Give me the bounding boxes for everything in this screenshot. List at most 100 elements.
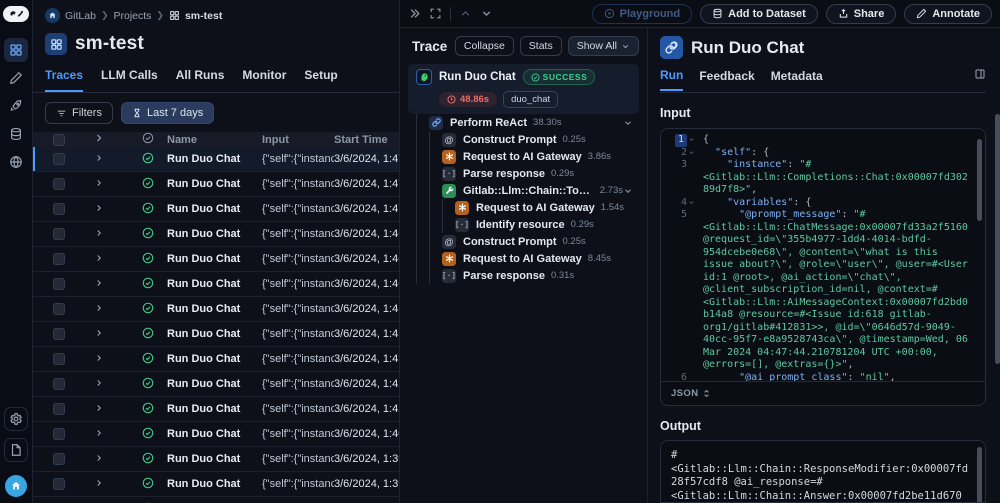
table-row[interactable]: Run Duo Chat{"self":{"instance":"#...3/6… [33,347,399,372]
row-checkbox[interactable] [53,453,65,465]
settings-gear-icon[interactable] [4,407,28,431]
row-name[interactable]: Run Duo Chat [167,478,262,490]
row-checkbox[interactable] [53,353,65,365]
table-row[interactable]: Run Duo Chat{"self":{"instance":"#...3/6… [33,422,399,447]
side-panel-toggle-icon[interactable] [974,67,986,92]
trace-node[interactable]: [·]Identify resource0.29s [406,216,641,233]
row-checkbox[interactable] [53,278,65,290]
share-button[interactable]: Share [826,4,897,24]
breadcrumb-org[interactable]: GitLab [65,10,96,22]
next-run-chevron-icon[interactable] [480,7,493,20]
row-name[interactable]: Run Duo Chat [167,453,262,465]
date-range-button[interactable]: Last 7 days [121,102,214,124]
table-row[interactable]: Run Duo Chat{"self":{"instance":"#...3/6… [33,447,399,472]
column-name[interactable]: Name [167,134,262,146]
row-expand-chevron-icon[interactable] [94,203,104,216]
playground-button[interactable]: Playground [592,4,693,24]
detail-panel-scrollbar[interactable] [995,114,1000,364]
trace-node[interactable]: Request to AI Gateway1.54s [406,199,641,216]
table-row[interactable]: Run Duo Chat{"self":{"instance":"#...3/6… [33,172,399,197]
row-expand-chevron-icon[interactable] [94,153,104,166]
tab-run[interactable]: Run [660,68,683,91]
row-name[interactable]: Run Duo Chat [167,153,262,165]
row-expand-chevron-icon[interactable] [94,453,104,466]
select-all-checkbox[interactable] [53,134,65,146]
node-collapse-chevron-icon[interactable] [623,118,633,128]
tab-traces[interactable]: Traces [45,68,83,92]
row-name[interactable]: Run Duo Chat [167,303,262,315]
fullscreen-icon[interactable] [429,7,442,20]
row-checkbox[interactable] [53,478,65,490]
column-start-time[interactable]: Start Time [334,134,399,146]
row-name[interactable]: Run Duo Chat [167,328,262,340]
column-input[interactable]: Input [262,134,334,146]
trace-node[interactable]: Gitlab::Llm::Chain::Tools::IssueReader::… [406,182,641,199]
tab-setup[interactable]: Setup [304,68,337,92]
tab-feedback[interactable]: Feedback [699,69,754,90]
row-name[interactable]: Run Duo Chat [167,403,262,415]
org-home-icon[interactable] [45,8,60,23]
row-checkbox[interactable] [53,153,65,165]
trace-node[interactable]: [·]Parse response0.29s [406,165,641,182]
output-scrollbar[interactable] [977,447,982,503]
fold-chevron-icon[interactable] [688,136,697,143]
table-row[interactable]: Run Duo Chat{"self":{"instance":"#...3/6… [33,322,399,347]
run-tag[interactable]: duo_chat [503,91,558,108]
trace-node[interactable]: Request to AI Gateway8.45s [406,250,641,267]
collapse-panel-icon[interactable] [408,7,421,20]
tab-monitor[interactable]: Monitor [242,68,286,92]
row-name[interactable]: Run Duo Chat [167,278,262,290]
row-expand-chevron-icon[interactable] [94,253,104,266]
trace-root-node[interactable]: Run Duo Chat SUCCESS 48.86s duo_ch [408,64,639,114]
output-box[interactable]: #<Gitlab::Llm::Chain::ResponseModifier:0… [660,440,986,503]
docs-icon[interactable] [4,438,28,462]
fold-chevron-icon[interactable] [688,149,697,156]
trace-node[interactable]: [·]Parse response0.31s [406,267,641,284]
row-name[interactable]: Run Duo Chat [167,178,262,190]
tab-all-runs[interactable]: All Runs [176,68,225,92]
table-row[interactable]: Run Duo Chat{"self":{"instance":"#...3/6… [33,372,399,397]
row-expand-chevron-icon[interactable] [94,428,104,441]
collapse-button[interactable]: Collapse [455,36,514,56]
fold-chevron-icon[interactable] [688,199,697,206]
table-row[interactable]: Run Duo Chat{"self":{"instance":"#...3/6… [33,397,399,422]
row-expand-chevron-icon[interactable] [94,228,104,241]
table-row[interactable]: Run Duo Chat{"self":{"instance":"#...3/6… [33,247,399,272]
row-checkbox[interactable] [53,303,65,315]
sidebar-item-hub[interactable] [4,150,28,174]
row-checkbox[interactable] [53,253,65,265]
row-name[interactable]: Run Duo Chat [167,253,262,265]
table-row[interactable]: Run Duo Chat{"self":{"instance":"#...3/6… [33,147,399,172]
row-expand-chevron-icon[interactable] [94,328,104,341]
row-expand-chevron-icon[interactable] [94,278,104,291]
table-row[interactable]: Run Duo Chat{"self":{"instance":"#...3/6… [33,272,399,297]
format-select-arrows-icon[interactable] [702,389,711,398]
format-select[interactable]: JSON [671,388,698,399]
trace-node[interactable]: Perform ReAct38.30s [406,114,641,131]
previous-run-chevron-icon[interactable] [459,7,472,20]
sidebar-item-annotations[interactable] [4,66,28,90]
trace-node[interactable]: @Construct Prompt0.25s [406,131,641,148]
row-expand-chevron-icon[interactable] [94,378,104,391]
filters-button[interactable]: Filters [45,102,113,124]
row-checkbox[interactable] [53,378,65,390]
table-row[interactable]: Run Duo Chat{"self":{"instance":"#...3/6… [33,297,399,322]
row-checkbox[interactable] [53,328,65,340]
node-collapse-chevron-icon[interactable] [623,186,633,196]
table-row[interactable]: Run Duo Chat{"self":{"instance":"#...3/6… [33,497,399,503]
input-scrollbar[interactable] [977,139,982,221]
row-expand-chevron-icon[interactable] [94,178,104,191]
row-expand-chevron-icon[interactable] [94,478,104,491]
annotate-button[interactable]: Annotate [904,4,992,24]
breadcrumb-projects[interactable]: Projects [113,10,151,22]
trace-node[interactable]: Request to AI Gateway3.86s [406,148,641,165]
row-name[interactable]: Run Duo Chat [167,228,262,240]
add-to-dataset-button[interactable]: Add to Dataset [700,4,818,24]
table-row[interactable]: Run Duo Chat{"self":{"instance":"#...3/6… [33,197,399,222]
show-all-dropdown[interactable]: Show All [568,36,639,56]
langsmith-logo-icon[interactable] [3,6,29,22]
input-code-box[interactable]: 1{2 "self": {3 "instance": "#<Gitlab::Ll… [660,128,986,406]
trace-node[interactable]: @Construct Prompt0.25s [406,233,641,250]
row-name[interactable]: Run Duo Chat [167,428,262,440]
row-name[interactable]: Run Duo Chat [167,378,262,390]
